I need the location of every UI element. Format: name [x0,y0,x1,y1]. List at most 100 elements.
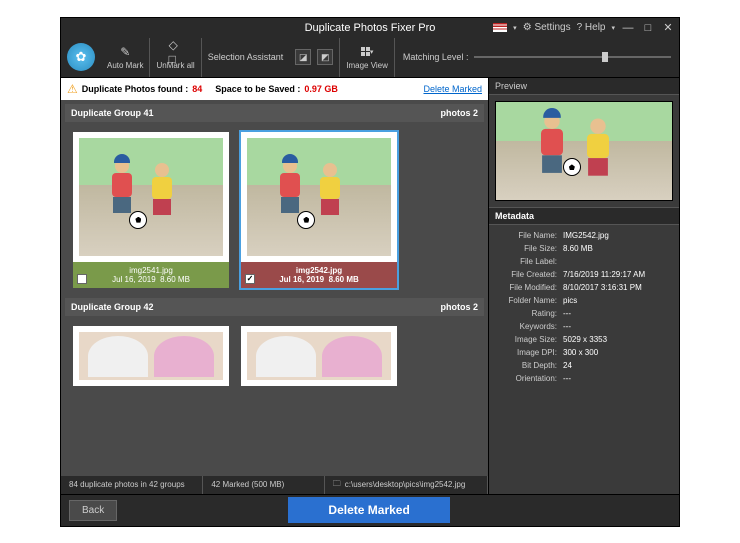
photo-thumbnail[interactable] [73,132,229,262]
dup-count: 84 [192,84,202,94]
status-summary: 84 duplicate photos in 42 groups [61,476,203,494]
image-view-button[interactable]: ▾ Image View [346,45,388,70]
photo-footer: img2542.jpg Jul 16, 2019 8.60 MB ✓ [241,262,397,288]
photo-date: Jul 16, 2019 [112,275,156,284]
group-title: Duplicate Group 41 [71,108,154,118]
metadata-row: Image DPI:300 x 300 [495,346,673,359]
space-saved-value: 0.97 GB [304,84,338,94]
app-window: Duplicate Photos Fixer Pro ▾ ⚙ Settings … [60,17,680,527]
group-count: photos 2 [441,108,479,118]
metadata-key: Rating: [495,309,563,318]
info-bar: ⚠ Duplicate Photos found : 84 Space to b… [61,78,488,100]
metadata-value: 24 [563,361,673,370]
help-dropdown[interactable]: ▾ [611,24,615,32]
metadata-value: IMG2542.jpg [563,231,673,240]
delete-marked-button[interactable]: Delete Marked [288,497,449,523]
group-count: photos 2 [441,302,479,312]
metadata-key: Image Size: [495,335,563,344]
matching-level-label: Matching Level : [403,52,469,62]
app-title: Duplicate Photos Fixer Pro [305,22,436,34]
wand-icon: ✎ [118,45,132,59]
delete-marked-link[interactable]: Delete Marked [423,84,482,94]
unmark-all-button[interactable]: ◇ □ UnMark all [156,45,194,70]
unmark-all-label: UnMark all [156,61,194,70]
metadata-row: File Name:IMG2542.jpg [495,229,673,242]
metadata-key: File Modified: [495,283,563,292]
selection-assistant-label: Selection Assistant [208,52,290,62]
unmark-icon: ◇ □ [169,45,183,59]
metadata-value: 8/10/2017 3:16:31 PM [563,283,673,292]
group-body [65,316,484,396]
help-link[interactable]: ? Help [577,22,606,33]
photo-footer: img2541.jpg Jul 16, 2019 8.60 MB [73,262,229,288]
status-bar: 84 duplicate photos in 42 groups 42 Mark… [61,476,488,494]
dup-found-label: Duplicate Photos found : [82,84,189,94]
metadata-value: 300 x 300 [563,348,673,357]
toolbar: ✿ ✎ Auto Mark ◇ □ UnMark all Selection A… [61,38,679,78]
group-header: Duplicate Group 42 photos 2 [65,298,484,316]
metadata-row: File Modified:8/10/2017 3:16:31 PM [495,281,673,294]
slider-thumb[interactable] [602,52,608,62]
photo-card[interactable] [239,324,399,388]
auto-mark-label: Auto Mark [107,61,143,70]
status-path-text: c:\users\desktop\pics\img2542.jpg [345,480,466,489]
flag-icon[interactable] [493,23,507,32]
metadata-key: File Size: [495,244,563,253]
preview-image [495,101,673,201]
metadata-value: --- [563,374,673,383]
preview-box [489,95,679,207]
settings-link[interactable]: ⚙ Settings [523,22,571,33]
metadata-value: 5029 x 3353 [563,335,673,344]
photo-size: 8.60 MB [160,275,190,284]
minimize-button[interactable]: — [621,22,635,34]
photo-card[interactable]: img2541.jpg Jul 16, 2019 8.60 MB [71,130,231,290]
app-logo: ✿ [61,38,101,77]
gear-photo-icon: ✿ [76,49,87,65]
back-button[interactable]: Back [69,500,117,521]
metadata-key: File Name: [495,231,563,240]
grid-icon: ▾ [360,45,374,59]
metadata-key: Bit Depth: [495,361,563,370]
metadata-key: Folder Name: [495,296,563,305]
group-body: img2541.jpg Jul 16, 2019 8.60 MB [65,122,484,298]
metadata-value: --- [563,322,673,331]
select-mode-2-button[interactable]: ◩ [317,49,333,65]
metadata-row: Rating:--- [495,307,673,320]
space-saved-label: Space to be Saved : [215,84,300,94]
photo-thumbnail[interactable] [241,132,397,262]
maximize-button[interactable]: □ [641,22,655,34]
metadata-key: Keywords: [495,322,563,331]
metadata-row: Folder Name:pics [495,294,673,307]
group-header: Duplicate Group 41 photos 2 [65,104,484,122]
main-content: ⚠ Duplicate Photos found : 84 Space to b… [61,78,679,494]
metadata-row: File Created:7/16/2019 11:29:17 AM [495,268,673,281]
titlebar: Duplicate Photos Fixer Pro ▾ ⚙ Settings … [61,18,679,38]
metadata-value: 8.60 MB [563,244,673,253]
photo-card[interactable] [71,324,231,388]
metadata-value: 7/16/2019 11:29:17 AM [563,270,673,279]
folder-icon: 🗀 [333,478,341,492]
warning-icon: ⚠ [67,82,78,96]
auto-mark-button[interactable]: ✎ Auto Mark [107,45,143,70]
photo-thumbnail[interactable] [241,326,397,386]
lang-dropdown[interactable]: ▾ [513,24,517,32]
photo-checkbox[interactable]: ✓ [245,274,255,284]
matching-level-slider[interactable] [474,56,671,58]
metadata-key: File Created: [495,270,563,279]
metadata-key: File Label: [495,257,563,266]
metadata-value [563,257,673,266]
close-button[interactable]: ✕ [661,22,675,34]
select-mode-1-button[interactable]: ◪ [295,49,311,65]
metadata-body: File Name:IMG2542.jpgFile Size:8.60 MBFi… [489,225,679,494]
photo-thumbnail[interactable] [73,326,229,386]
results-panel: ⚠ Duplicate Photos found : 84 Space to b… [61,78,489,494]
metadata-row: Image Size:5029 x 3353 [495,333,673,346]
status-path: 🗀 c:\users\desktop\pics\img2542.jpg [325,476,488,494]
metadata-row: Keywords:--- [495,320,673,333]
side-panel: Preview Metadata File Name:IMG2542.jpgFi… [489,78,679,494]
photo-card[interactable]: img2542.jpg Jul 16, 2019 8.60 MB ✓ [239,130,399,290]
status-marked: 42 Marked (500 MB) [203,476,324,494]
matching-level-section: Matching Level : [395,38,679,77]
photo-filename: img2541.jpg [77,266,225,275]
photo-checkbox[interactable] [77,274,87,284]
